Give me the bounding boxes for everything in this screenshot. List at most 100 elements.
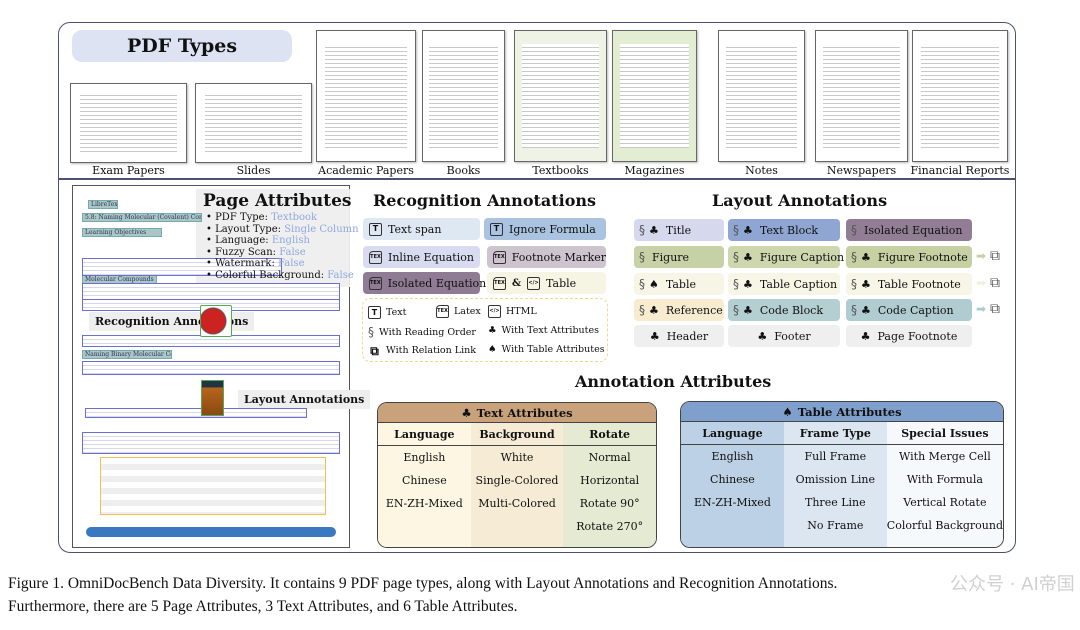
layout-item: § ♣ Table Footnote [846, 273, 972, 295]
layout-item: § ♣ Code Block [728, 299, 840, 321]
recognition-annotations-title: Recognition Annotations [373, 191, 597, 210]
page-attribute-item: • Language: English [206, 235, 310, 246]
pdf-thumbnail [316, 30, 416, 162]
pdf-type-label: Magazines [624, 164, 685, 177]
attribute-column: Background White Single-Colored Multi-Color… [470, 423, 564, 547]
caption-line-2: Furthermore, there are 5 Page Attributes… [8, 598, 518, 615]
attribute-value: With Formula [906, 473, 983, 486]
legend-item: </> HTML [488, 305, 537, 318]
recognition-item: T Ignore Formula [484, 218, 606, 240]
attribute-value: With Merge Cell [899, 450, 991, 463]
layout-item: § ♣ Figure Footnote [846, 246, 972, 268]
caption-line-1: Figure 1. OmniDocBench Data Diversity. I… [8, 575, 838, 592]
layout-annotations-tag: Layout Annotations [238, 390, 371, 409]
reading-order-icon: § [851, 250, 857, 264]
relation-link-icon: ⧉ [990, 248, 1000, 264]
attribute-column: Language English Chinese EN-ZH-Mixed [681, 422, 784, 547]
attribute-key: Watermark: [215, 258, 275, 269]
recognition-item: TEX Inline Equation [363, 246, 480, 268]
attribute-value: EN-ZH-Mixed [385, 497, 463, 510]
thumbnail-text-lines [920, 44, 1000, 148]
legend-item: ♣ With Text Attributes [488, 325, 599, 336]
attribute-value: Full Frame [804, 450, 867, 463]
club-icon: ♣ [743, 277, 753, 291]
attribute-value: Textbook [271, 212, 318, 223]
attribute-value: Vertical Rotate [903, 496, 987, 509]
layout-item: § Isolated Equation [846, 219, 972, 241]
reading-order-icon: § [733, 223, 739, 237]
arrow-icon: ➡ [976, 302, 987, 316]
tex-icon: TEX [493, 250, 506, 264]
club-icon: ♣ [743, 250, 753, 264]
table-attributes-table: ♠ Table Attributes Language English Chinese E… [680, 401, 1004, 548]
attribute-key: Fuzzy Scan: [215, 246, 277, 258]
pdf-types-title: PDF Types [72, 30, 292, 62]
pdf-type-label: Slides [236, 164, 271, 177]
reading-order-icon: § [733, 250, 739, 264]
club-icon: ♣ [861, 303, 871, 317]
legend-label: Latex [454, 306, 481, 317]
club-icon: ♣ [757, 329, 768, 343]
spade-icon: ♠ [488, 344, 497, 355]
attribute-column-header: Special Issues [886, 422, 1003, 445]
layout-item-label: Table Footnote [877, 277, 961, 291]
attributes-header: ♠ Table Attributes [681, 402, 1003, 422]
legend-item: ⧉ With Relation Link [368, 344, 476, 357]
attributes-columns: Language English Chinese EN-ZH-Mixed Backgro… [378, 423, 656, 547]
tex-icon: TEX [436, 305, 449, 318]
annotation-attributes-title: Annotation Attributes [575, 372, 772, 391]
attribute-value: Colorful Background [886, 519, 1003, 532]
attribute-key: Colorful Background: [215, 269, 325, 281]
attribute-value: Single Column [284, 223, 359, 235]
layout-item-label: Figure Footnote [877, 250, 968, 264]
attribute-column: Rotate Normal Horizontal Rotate 90° Rotate 2… [563, 423, 656, 547]
attribute-value: Omission Line [795, 473, 876, 486]
attribute-column-header: Language [681, 422, 784, 445]
pdf-thumbnail [195, 83, 312, 163]
attribute-value: Single-Colored [475, 474, 559, 487]
spade-icon: ♠ [649, 277, 659, 291]
text-icon: T [490, 222, 503, 236]
legend-label: HTML [506, 306, 537, 317]
relation-link-icon: ⧉ [990, 301, 1000, 317]
attribute-column-header: Frame Type [783, 422, 887, 445]
page-heading-box: Learning Objectives [82, 228, 162, 237]
reading-order-icon: § [639, 223, 645, 237]
attribute-value: English [271, 235, 310, 246]
pdf-thumbnail [912, 30, 1008, 162]
attribute-value: Chinese [710, 473, 755, 486]
arrow-icon: ➡ [976, 249, 987, 263]
page-footer-bar [86, 527, 336, 537]
attribute-column-header: Language [378, 423, 471, 446]
thumbnail-text-lines [429, 44, 498, 148]
text-block-annotation [82, 432, 340, 454]
attribute-column: Language English Chinese EN-ZH-Mixed [378, 423, 471, 547]
layout-item-label: Header [666, 329, 709, 343]
layout-item: § ♣ Table Caption [728, 273, 840, 295]
layout-item-label: Code Caption [877, 303, 954, 317]
attribute-value: False [327, 269, 354, 281]
club-icon: ♣ [860, 329, 871, 343]
attributes-columns: Language English Chinese EN-ZH-Mixed Frame T… [681, 422, 1003, 547]
thumbnail-text-lines [619, 44, 690, 148]
layout-item-label: Page Footnote [877, 329, 958, 343]
layout-item-label: Isolated Equation [864, 223, 963, 237]
pdf-thumbnail [815, 30, 908, 162]
club-icon: ♣ [461, 405, 472, 420]
layout-item: § ♣ Figure Caption [728, 246, 844, 268]
layout-item-label: Table Caption [759, 277, 838, 291]
legend-label: With Reading Order [379, 326, 476, 338]
thumbnail-text-lines [205, 91, 302, 155]
layout-item: § ♣ Title [634, 219, 724, 241]
attribute-value: False [279, 246, 306, 258]
legend-label: With Table Attributes [501, 344, 605, 355]
html-icon: </> [488, 305, 501, 318]
reading-order-icon: § [851, 223, 857, 237]
layout-item-label: Code Block [759, 303, 824, 317]
recognition-item-label: Text span [388, 222, 442, 236]
reading-order-icon: § [851, 277, 857, 291]
attribute-value: Rotate 90° [579, 497, 640, 510]
layout-item: § ♣ Reference [634, 299, 724, 321]
reading-order-icon: § [851, 303, 857, 317]
section-divider [59, 178, 1015, 180]
